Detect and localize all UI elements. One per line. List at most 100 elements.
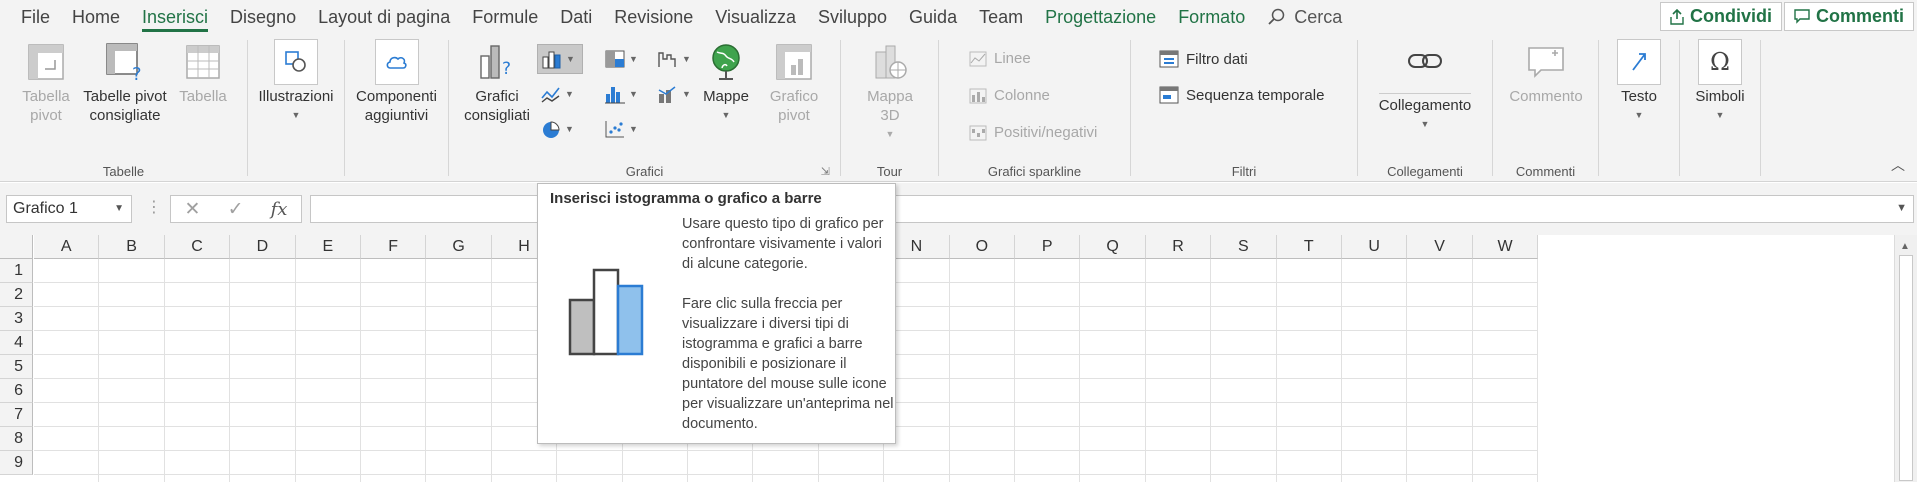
tab-home[interactable]: Home	[61, 0, 131, 34]
collapse-ribbon-icon[interactable]: ︿	[1891, 155, 1905, 175]
scroll-up-icon[interactable]: ▲	[1900, 241, 1910, 252]
row-header[interactable]: 9	[0, 451, 33, 475]
search-label: Cerca	[1294, 6, 1343, 27]
row-header[interactable]: 7	[0, 403, 33, 427]
grid-column-line	[294, 259, 296, 482]
row-header[interactable]: 2	[0, 283, 33, 307]
column-header[interactable]: A	[34, 235, 100, 259]
vertical-scrollbar[interactable]: ▲	[1894, 235, 1917, 482]
column-header[interactable]: E	[295, 235, 361, 259]
group-componenti: Componenti aggiuntivi	[345, 34, 448, 182]
combo-chart-button[interactable]: ▼	[654, 79, 700, 109]
addins-button[interactable]: Componenti aggiuntivi	[349, 39, 444, 125]
waterfall-chart-button[interactable]: ▼	[654, 44, 700, 74]
sparkline-line-icon	[969, 51, 987, 66]
addins-icon	[386, 56, 407, 69]
group-label-collegamenti: Collegamenti	[1387, 164, 1463, 179]
column-header[interactable]: W	[1472, 235, 1539, 259]
column-header[interactable]: U	[1342, 235, 1408, 259]
stat-chart-button[interactable]: ▼	[601, 79, 647, 109]
row-header[interactable]: 6	[0, 379, 33, 403]
tab-progettazione[interactable]: Progettazione	[1034, 0, 1167, 34]
pivot-chart-button[interactable]: Grafico pivot	[759, 40, 829, 125]
row-header[interactable]: 1	[0, 259, 33, 283]
column-header[interactable]: T	[1276, 235, 1342, 259]
column-header[interactable]: F	[361, 235, 427, 259]
column-header[interactable]: V	[1407, 235, 1473, 259]
tab-revisione[interactable]: Revisione	[603, 0, 704, 34]
row-header[interactable]: 4	[0, 331, 33, 355]
column-header[interactable]: Q	[1080, 235, 1146, 259]
new-comment-button[interactable]: Commento	[1501, 40, 1591, 106]
worksheet-grid[interactable]: ▲ ABCDEFGHIJKLMNOPQRSTUVW123456789	[0, 235, 1917, 482]
tab-layout[interactable]: Layout di pagina	[307, 0, 461, 34]
grid-column-line	[490, 259, 492, 482]
dialog-launcher-icon[interactable]: ⇲	[821, 165, 830, 178]
cancel-icon[interactable]: ✕	[185, 198, 201, 221]
expand-formula-icon[interactable]: ▼	[1896, 202, 1907, 214]
table-icon	[186, 45, 220, 79]
search-box[interactable]: Cerca	[1256, 7, 1354, 28]
tab-formato[interactable]: Formato	[1167, 0, 1256, 34]
column-header[interactable]: D	[230, 235, 296, 259]
column-header[interactable]: C	[164, 235, 231, 259]
row-header[interactable]: 3	[0, 307, 33, 331]
sparkline-column-button[interactable]: Colonne	[969, 87, 1050, 104]
insert-function-icon[interactable]: fx	[271, 199, 288, 220]
column-header[interactable]: B	[99, 235, 165, 259]
grid-column-line	[1275, 259, 1277, 482]
link-button[interactable]: Collegamento ▼	[1368, 40, 1482, 134]
tab-guida[interactable]: Guida	[898, 0, 968, 34]
text-icon	[1632, 53, 1646, 71]
name-box[interactable]: Grafico 1 ▼	[6, 195, 132, 223]
more-icon[interactable]: ⋮	[146, 197, 162, 217]
scatter-chart-button[interactable]: ▼	[601, 114, 647, 144]
line-chart-button[interactable]: ▼	[537, 79, 583, 109]
bar-chart-button[interactable]: ▼	[537, 44, 583, 74]
symbols-button[interactable]: Ω Simboli ▼	[1692, 39, 1748, 125]
row-header[interactable]: 8	[0, 427, 33, 451]
illustrations-button[interactable]: Illustrazioni ▼	[254, 39, 338, 125]
pie-chart-button[interactable]: ▼	[537, 114, 583, 144]
grid-column-line	[1471, 259, 1473, 482]
bar-chart-icon	[568, 268, 644, 356]
recommended-pivot-button[interactable]: ? Tabelle pivot consigliate	[78, 40, 172, 125]
column-header[interactable]: R	[1145, 235, 1212, 259]
row-header[interactable]: 5	[0, 355, 33, 379]
chevron-down-icon: ▼	[682, 89, 691, 99]
confirm-icon[interactable]: ✓	[228, 198, 244, 221]
tooltip-title: Inserisci istogramma o grafico a barre	[550, 190, 822, 207]
column-header[interactable]: O	[949, 235, 1015, 259]
tab-formule[interactable]: Formule	[461, 0, 549, 34]
column-header[interactable]: S	[1211, 235, 1277, 259]
share-icon	[1670, 8, 1684, 25]
sparkline-winloss-button[interactable]: Positivi/negativi	[969, 124, 1097, 141]
tab-inserisci[interactable]: Inserisci	[131, 0, 219, 34]
chevron-down-icon: ▼	[566, 54, 575, 64]
tab-team[interactable]: Team	[968, 0, 1034, 34]
comments-button[interactable]: Commenti	[1784, 2, 1915, 31]
column-header[interactable]: P	[1015, 235, 1081, 259]
recommended-charts-button[interactable]: ? Grafici consigliati	[457, 40, 537, 125]
column-header[interactable]: G	[426, 235, 492, 259]
pivot-table-button[interactable]: Tabella pivot	[14, 40, 78, 125]
grid-column-line	[163, 259, 165, 482]
hierarchy-chart-button[interactable]: ▼	[601, 44, 647, 74]
chevron-down-icon: ▼	[629, 54, 638, 64]
table-button[interactable]: Tabella	[172, 40, 234, 106]
tab-file[interactable]: File	[0, 0, 61, 34]
tab-dati[interactable]: Dati	[549, 0, 603, 34]
sparkline-line-button[interactable]: Linee	[969, 50, 1031, 67]
select-all-corner[interactable]	[0, 235, 33, 259]
timeline-button[interactable]: Sequenza temporale	[1159, 86, 1324, 104]
tab-visualizza[interactable]: Visualizza	[704, 0, 807, 34]
scroll-thumb[interactable]	[1899, 255, 1913, 481]
maps-button[interactable]: Mappe ▼	[696, 40, 756, 125]
text-button[interactable]: Testo ▼	[1613, 39, 1665, 125]
share-button[interactable]: Condividi	[1660, 2, 1782, 31]
slicer-button[interactable]: Filtro dati	[1159, 50, 1248, 68]
map3d-button[interactable]: Mappa 3D ▼	[855, 40, 925, 144]
group-sparkline: Linee Colonne Positivi/negativi Grafici …	[939, 34, 1130, 182]
tab-sviluppo[interactable]: Sviluppo	[807, 0, 898, 34]
tab-disegno[interactable]: Disegno	[219, 0, 307, 34]
